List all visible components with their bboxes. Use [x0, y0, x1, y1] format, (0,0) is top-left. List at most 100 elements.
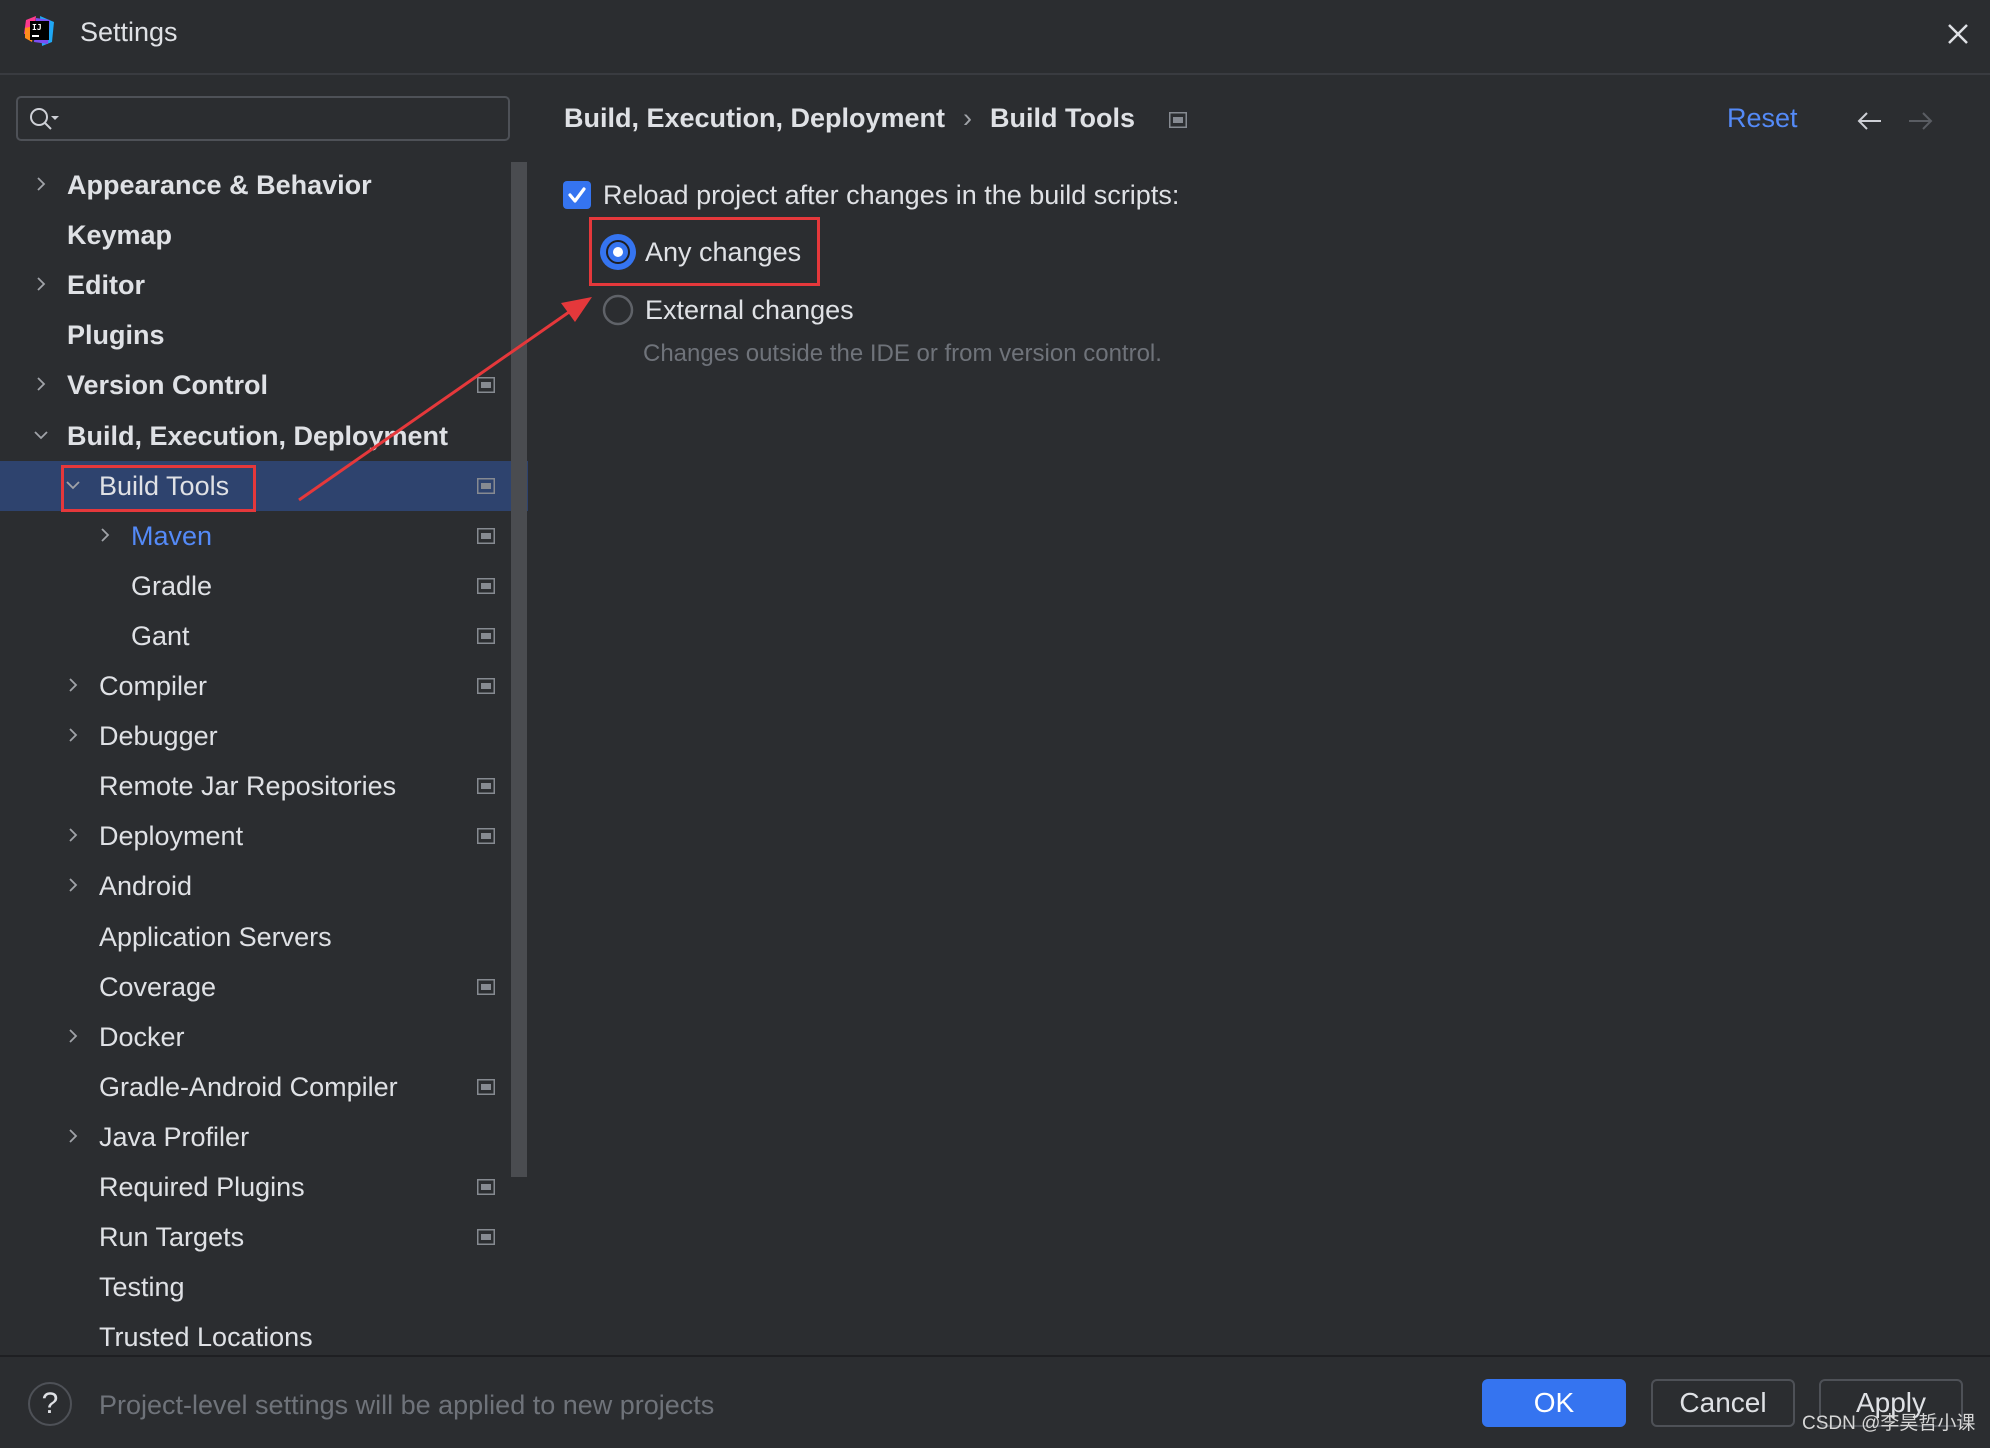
tree-item[interactable]: Debugger [0, 711, 528, 761]
project-scope-icon [477, 377, 495, 394]
tree-item-label: Docker [99, 1021, 185, 1052]
tree-item[interactable]: Required Plugins [0, 1162, 528, 1212]
external-changes-hint: Changes outside the IDE or from version … [643, 340, 1162, 367]
tree-item[interactable]: Gant [0, 611, 528, 661]
tree-item[interactable]: Build, Execution, Deployment [0, 411, 528, 461]
footer-info-text: Project-level settings will be applied t… [99, 1390, 715, 1420]
tree-item-label: Trusted Locations [99, 1322, 313, 1353]
tree-item[interactable]: Testing [0, 1262, 528, 1312]
project-scope-icon [477, 627, 495, 644]
reload-project-checkbox[interactable] [563, 181, 591, 209]
arrow-left-icon[interactable] [1855, 108, 1883, 134]
reset-link[interactable]: Reset [1727, 101, 1798, 135]
tree-item[interactable]: Deployment [0, 811, 528, 861]
chevron-right-icon[interactable] [62, 874, 84, 896]
project-scope-icon [477, 527, 495, 544]
external-changes-label[interactable]: External changes [645, 293, 854, 327]
search-field[interactable] [16, 96, 510, 141]
checkmark-icon [568, 187, 586, 203]
tree-item[interactable]: Android [0, 861, 528, 911]
breadcrumb-item[interactable]: Build, Execution, Deployment [564, 103, 945, 133]
tree-item-label: Android [99, 871, 193, 902]
tree-item-label: Java Profiler [99, 1121, 250, 1152]
project-scope-icon [477, 678, 495, 694]
chevron-right-icon[interactable] [62, 1125, 84, 1147]
tree-item[interactable]: Remote Jar Repositories [0, 761, 528, 811]
tree-item[interactable]: Trusted Locations [0, 1312, 528, 1355]
tree-item[interactable]: Gradle-Android Compiler [0, 1062, 528, 1112]
project-scope-icon [477, 477, 495, 494]
tree-item[interactable]: Maven [0, 511, 528, 561]
project-scope-icon [477, 577, 495, 594]
chevron-right-icon[interactable] [62, 824, 84, 846]
help-button[interactable]: ? [28, 1382, 72, 1426]
tree-item[interactable]: Editor [0, 260, 528, 310]
tree-item-label: Gradle [131, 570, 213, 601]
window-title: Settings [80, 17, 178, 47]
search-input[interactable] [70, 104, 504, 136]
watermark: CSDN @李昊哲小课 [1802, 1413, 1976, 1434]
tree-item-label: Version Control [67, 370, 269, 401]
tree-item-label: Gradle-Android Compiler [99, 1071, 398, 1102]
tree-item-label: Compiler [99, 671, 208, 701]
tree-item-label: Deployment [99, 821, 244, 852]
tree-item-label: Coverage [99, 971, 217, 1002]
tree-item[interactable]: Keymap [0, 210, 528, 260]
close-icon[interactable] [1940, 16, 1976, 52]
tree-item[interactable]: Compiler [0, 661, 528, 711]
chevron-right-icon[interactable] [62, 674, 84, 696]
cancel-button[interactable]: Cancel [1651, 1379, 1795, 1427]
tree-item-label: Run Targets [99, 1222, 245, 1253]
project-scope-icon [1168, 111, 1187, 128]
project-scope-icon [477, 1078, 495, 1095]
reload-project-label: Reload project after changes in the buil… [603, 180, 1180, 210]
annotation-highlight-box [61, 465, 256, 512]
search-icon[interactable] [28, 106, 62, 132]
tree-item-label: Required Plugins [99, 1172, 305, 1202]
project-scope-icon [477, 828, 495, 845]
tree-item-label: Keymap [67, 220, 173, 251]
project-scope-icon [477, 978, 495, 995]
breadcrumb-separator: › [963, 103, 973, 133]
intellij-idea-icon: IJ [24, 16, 54, 46]
chevron-right-icon[interactable] [62, 724, 84, 746]
project-scope-icon [477, 778, 495, 795]
tree-scrollbar[interactable] [511, 162, 527, 1177]
external-changes-radio[interactable] [602, 294, 634, 326]
title-bar [0, 0, 1990, 75]
tree-item-label: Editor [67, 270, 145, 301]
chevron-down-icon[interactable] [30, 424, 52, 446]
svg-text:IJ: IJ [32, 23, 42, 32]
tree-item[interactable]: Gradle [0, 561, 528, 611]
tree-item-label: Debugger [99, 721, 218, 752]
tree-item-label: Maven [131, 520, 213, 551]
breadcrumb-item-current: Build Tools [990, 103, 1136, 133]
tree-item[interactable]: Version Control [0, 360, 528, 410]
tree-item[interactable]: Java Profiler [0, 1112, 528, 1162]
project-scope-icon [477, 1179, 495, 1195]
chevron-right-icon[interactable] [94, 524, 116, 546]
tree-item-label: Testing [99, 1272, 185, 1303]
chevron-right-icon[interactable] [62, 1025, 84, 1047]
arrow-right-icon [1909, 112, 1933, 130]
tree-item[interactable]: Application Servers [0, 912, 528, 962]
breadcrumb: Build, Execution, Deployment › Build Tools [564, 101, 1187, 135]
tree-item[interactable]: Run Targets [0, 1212, 528, 1262]
tree-item-label: Plugins [67, 320, 165, 351]
annotation-highlight-box [589, 217, 820, 286]
tree-item[interactable]: Coverage [0, 962, 528, 1012]
tree-item-label: Appearance & Behavior [67, 170, 372, 200]
ok-button[interactable]: OK [1482, 1379, 1626, 1427]
tree-item-label: Remote Jar Repositories [99, 771, 397, 802]
tree-item[interactable]: Appearance & Behavior [0, 160, 528, 210]
tree-item-label: Build, Execution, Deployment [67, 420, 449, 451]
settings-tree: Appearance & Behavior Keymap Editor Plugins… [0, 160, 528, 1355]
project-scope-icon [477, 1229, 495, 1246]
tree-item[interactable]: Plugins [0, 310, 528, 360]
chevron-right-icon[interactable] [30, 173, 52, 195]
tree-item-label: Application Servers [99, 921, 332, 952]
tree-item[interactable]: Docker [0, 1012, 528, 1062]
chevron-right-icon[interactable] [30, 273, 52, 295]
chevron-right-icon[interactable] [30, 373, 52, 395]
tree-item-label: Gant [131, 620, 190, 651]
